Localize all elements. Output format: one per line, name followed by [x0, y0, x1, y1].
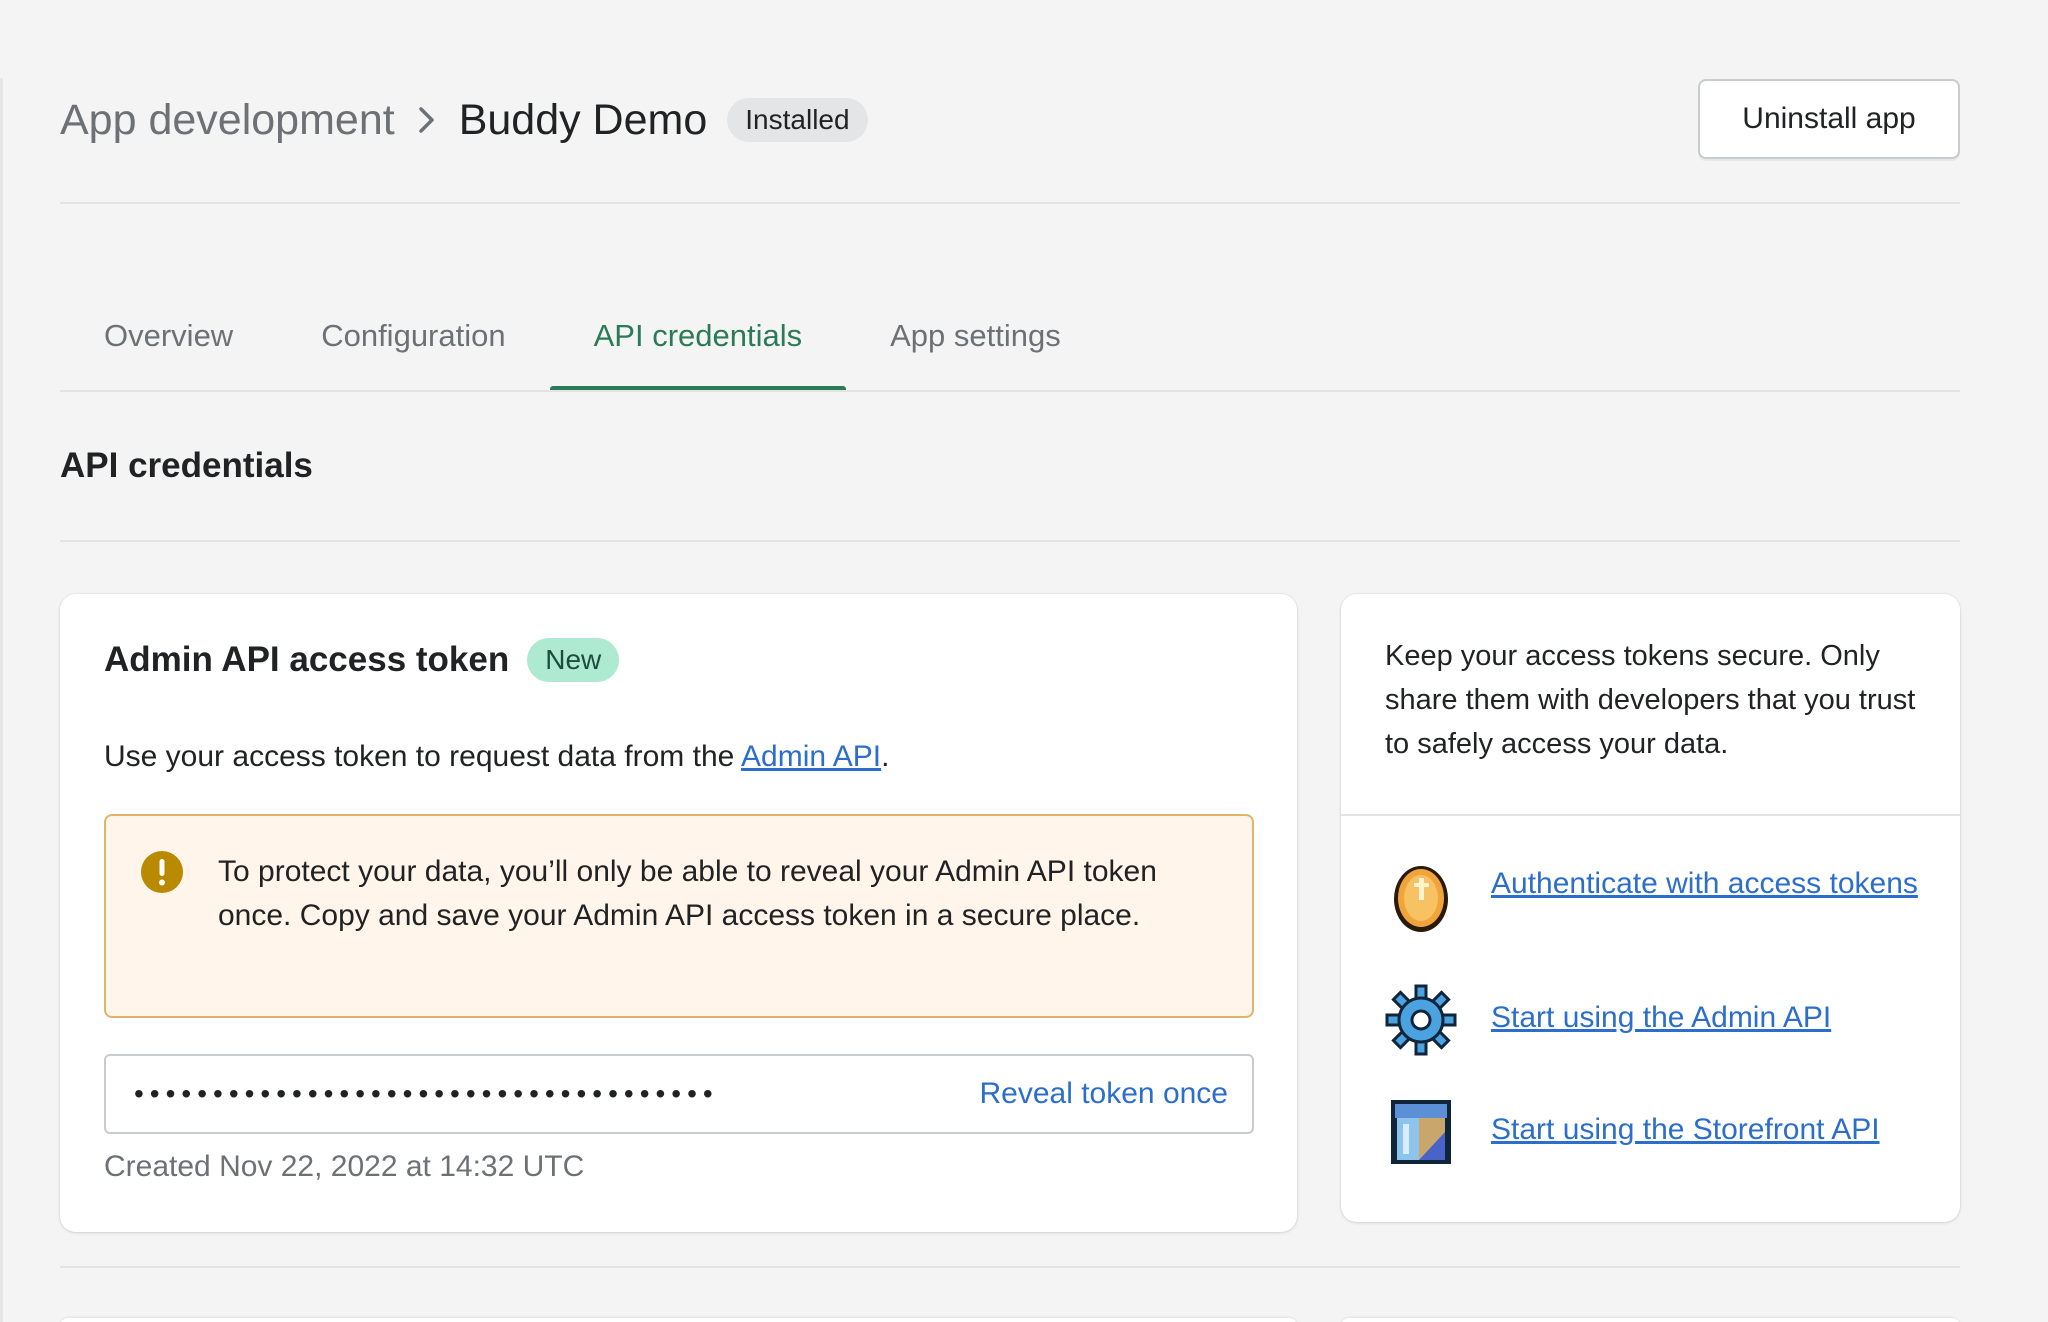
storefront-api-docs-link[interactable]: Start using the Storefront API: [1491, 1108, 1931, 1152]
chevron-right-icon: [395, 78, 459, 162]
card-title-row: Admin API access token New: [104, 638, 620, 682]
warning-text: To protect your data, you’ll only be abl…: [218, 855, 1157, 932]
help-card: Keep your access tokens secure. Only sha…: [1341, 594, 1960, 1222]
section-divider: [60, 540, 1960, 542]
admin-api-token-card: Admin API access token New Use your acce…: [60, 594, 1297, 1232]
gear-icon: [1385, 984, 1457, 1056]
help-divider: [1341, 814, 1960, 816]
tabs-divider: [60, 390, 1960, 392]
masked-token: •••••••••••••••••••••••••••••••••••••: [134, 1078, 719, 1109]
tab-configuration[interactable]: Configuration: [277, 300, 549, 392]
resource-item-admin-api: Start using the Admin API: [1385, 984, 1931, 1056]
new-badge: New: [527, 638, 620, 682]
description-text: Use your access token to request data fr…: [104, 740, 742, 773]
page-title: Buddy Demo: [458, 96, 708, 144]
next-card-right-edge: [1341, 1318, 1960, 1322]
section-title: API credentials: [60, 446, 313, 485]
reveal-token-button[interactable]: Reveal token once: [980, 1056, 1229, 1132]
header-divider: [60, 202, 1960, 204]
uninstall-app-button[interactable]: Uninstall app: [1698, 79, 1960, 159]
left-edge: [0, 78, 3, 1322]
tab-app-settings[interactable]: App settings: [846, 300, 1105, 392]
resource-item-storefront-api: Start using the Storefront API: [1385, 1096, 1931, 1168]
exclamation-circle-icon: [140, 850, 184, 894]
tab-bar: Overview Configuration API credentials A…: [60, 300, 1960, 392]
access-token-field[interactable]: ••••••••••••••••••••••••••••••••••••• Re…: [104, 1054, 1254, 1134]
status-badge: Installed: [727, 98, 868, 142]
warning-banner: To protect your data, you’ll only be abl…: [104, 814, 1254, 1018]
description-suffix: .: [881, 740, 890, 773]
authenticate-link[interactable]: Authenticate with access tokens: [1491, 862, 1931, 906]
admin-api-link[interactable]: Admin API: [741, 740, 881, 773]
resource-item-authenticate: Authenticate with access tokens: [1385, 862, 1931, 934]
tab-overview[interactable]: Overview: [60, 300, 277, 392]
tab-api-credentials[interactable]: API credentials: [549, 300, 847, 392]
token-description: Use your access token to request data fr…: [104, 740, 889, 774]
page-header: App development Buddy Demo Installed Uni…: [60, 78, 1960, 202]
help-intro-text: Keep your access tokens secure. Only sha…: [1385, 640, 1916, 760]
coin-icon: [1385, 862, 1457, 934]
bottom-divider: [60, 1266, 1960, 1268]
storefront-icon: [1385, 1096, 1457, 1168]
admin-api-docs-link[interactable]: Start using the Admin API: [1491, 996, 1931, 1040]
next-card-left-edge: [60, 1318, 1297, 1322]
breadcrumb-app-development[interactable]: App development: [60, 78, 395, 162]
created-timestamp: Created Nov 22, 2022 at 14:32 UTC: [104, 1150, 585, 1183]
card-title: Admin API access token: [104, 640, 510, 679]
